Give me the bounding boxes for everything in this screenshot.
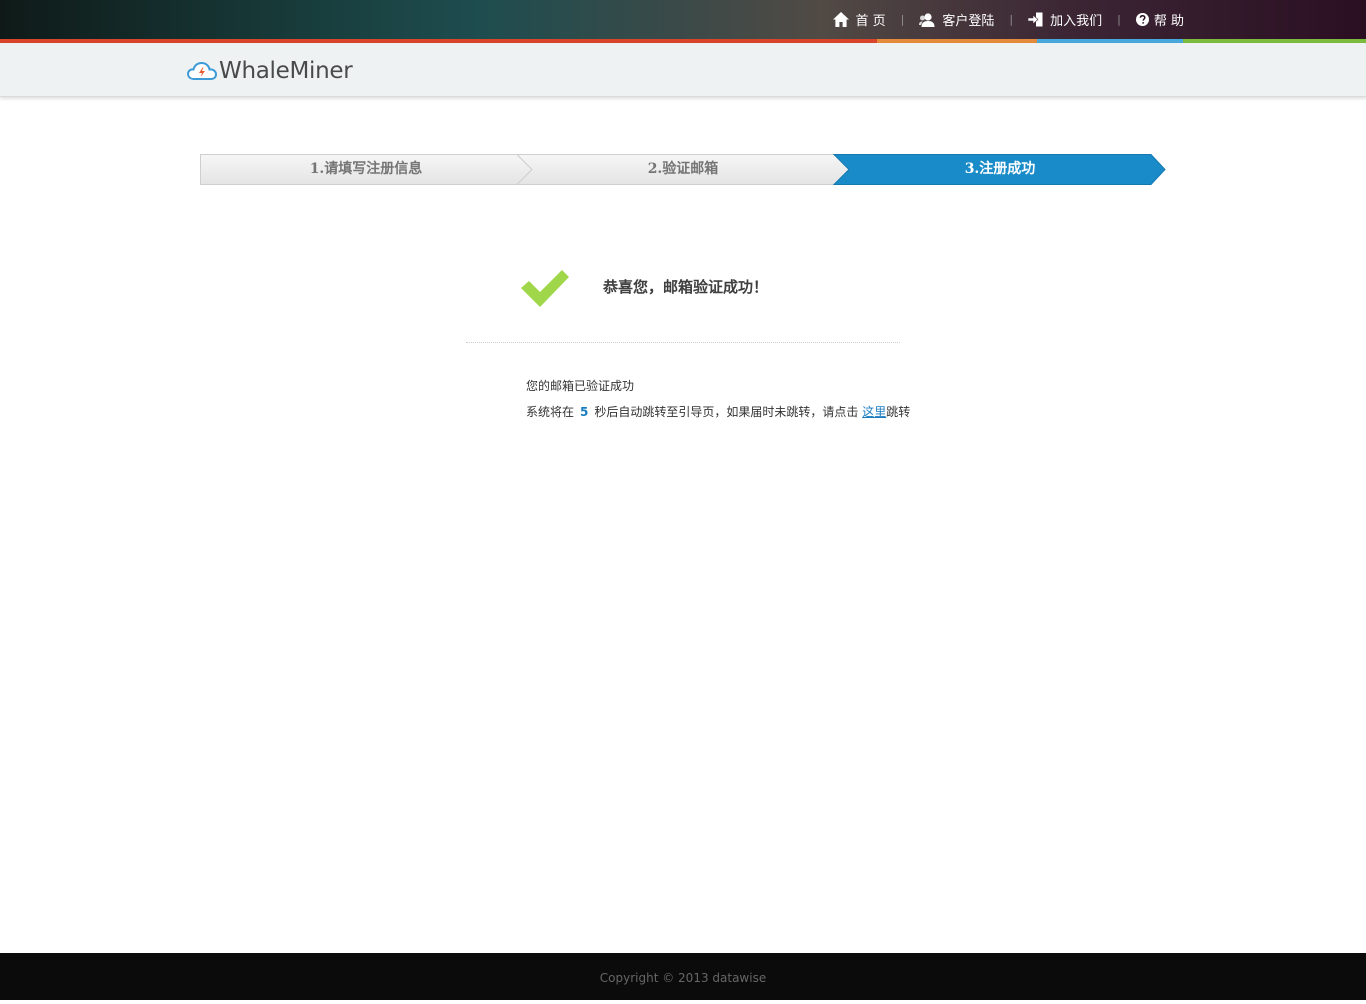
home-icon (832, 12, 849, 27)
redirect-suffix: 跳转 (886, 405, 911, 419)
step-3-label: 3.注册成功 (964, 161, 1036, 177)
nav-home-label: 首 页 (855, 14, 886, 29)
verified-message: 您的邮箱已验证成功 (526, 379, 635, 393)
nav-separator: | (900, 13, 905, 26)
redirect-link[interactable]: 这里 (862, 405, 886, 419)
nav-separator: | (1117, 13, 1121, 26)
dotted-divider (466, 342, 900, 343)
redirect-middle: 秒后自动跳转至引导页，如果届时未跳转，请点击 (594, 405, 859, 419)
nav-login-label: 客户登陆 (942, 14, 995, 29)
logo-text: WhaleMiner (219, 58, 353, 84)
nav-join[interactable]: 加入我们 (1028, 10, 1102, 29)
success-title: 恭喜您，邮箱验证成功！ (603, 278, 769, 296)
nav-login[interactable]: 客户登陆 (919, 10, 994, 29)
redirect-message: 系统将在 5 秒后自动跳转至引导页，如果届时未跳转，请点击 这里跳转 (526, 403, 910, 420)
nav-join-label: 加入我们 (1050, 14, 1103, 29)
nav-home[interactable]: 首 页 (832, 10, 886, 29)
redirect-prefix: 系统将在 (526, 405, 575, 419)
user-icon (919, 12, 935, 27)
cloud-logo-icon (187, 61, 217, 80)
nav-help-label: 帮 助 (1153, 14, 1184, 29)
sign-in-icon (1028, 12, 1043, 27)
step-2-label: 2.验证邮箱 (647, 161, 719, 177)
top-bar: 首 页 | 客户登陆 | 加入我们 | 帮 助 (0, 0, 1366, 39)
site-header: WhaleMiner (0, 43, 1366, 97)
nav-help[interactable]: 帮 助 (1135, 10, 1184, 29)
nav-separator: | (1009, 13, 1014, 26)
top-nav: 首 页 | 客户登陆 | 加入我们 | 帮 助 (832, 0, 1184, 39)
footer: Copyright © 2013 datawise (0, 953, 1366, 1000)
logo[interactable]: WhaleMiner (187, 58, 353, 84)
copyright-text: Copyright © 2013 datawise (599, 971, 767, 985)
checkmark-icon (521, 270, 569, 307)
step-1-label: 1.请填写注册信息 (309, 161, 423, 177)
question-circle-icon (1135, 13, 1149, 26)
registration-steps: 1.请填写注册信息 2.验证邮箱 3.注册成功 (200, 154, 1166, 185)
countdown-seconds: 5 (580, 405, 589, 419)
